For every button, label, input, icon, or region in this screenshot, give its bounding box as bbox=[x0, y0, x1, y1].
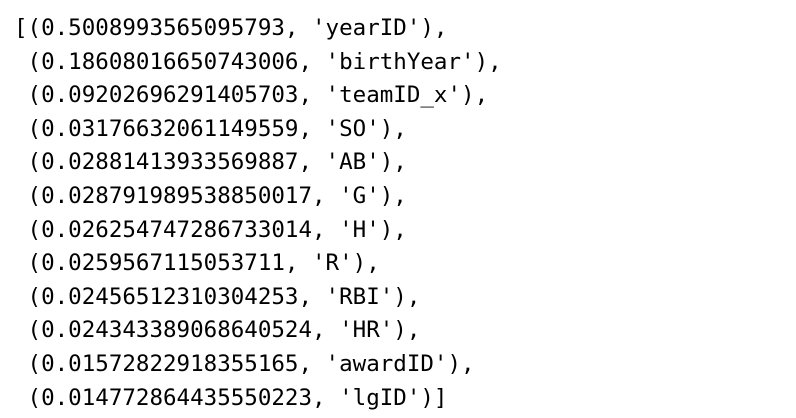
output-line: (0.02881413933569887, 'AB'), bbox=[14, 149, 407, 176]
output-line: (0.024343389068640524, 'HR'), bbox=[14, 317, 421, 344]
output-line: [(0.5008993565095793, 'yearID'), bbox=[14, 15, 448, 41]
output-line: (0.014772864435550223, 'lgID')] bbox=[14, 384, 448, 411]
output-line: (0.028791989538850017, 'G'), bbox=[14, 182, 407, 209]
output-line: (0.09202696291405703, 'teamID_x'), bbox=[14, 82, 489, 109]
output-text: [(0.5008993565095793, 'yearID'), (0.1860… bbox=[14, 12, 502, 415]
output-line: (0.02456512310304253, 'RBI'), bbox=[14, 283, 421, 310]
output-line: (0.18608016650743006, 'birthYear'), bbox=[14, 48, 502, 75]
output-line: (0.026254747286733014, 'H'), bbox=[14, 216, 407, 243]
cell-output-area: [(0.5008993565095793, 'yearID'), (0.1860… bbox=[0, 0, 796, 418]
output-line: (0.01572822918355165, 'awardID'), bbox=[14, 350, 475, 377]
output-line: (0.0259567115053711, 'R'), bbox=[14, 250, 380, 277]
output-line: (0.03176632061149559, 'SO'), bbox=[14, 115, 407, 142]
